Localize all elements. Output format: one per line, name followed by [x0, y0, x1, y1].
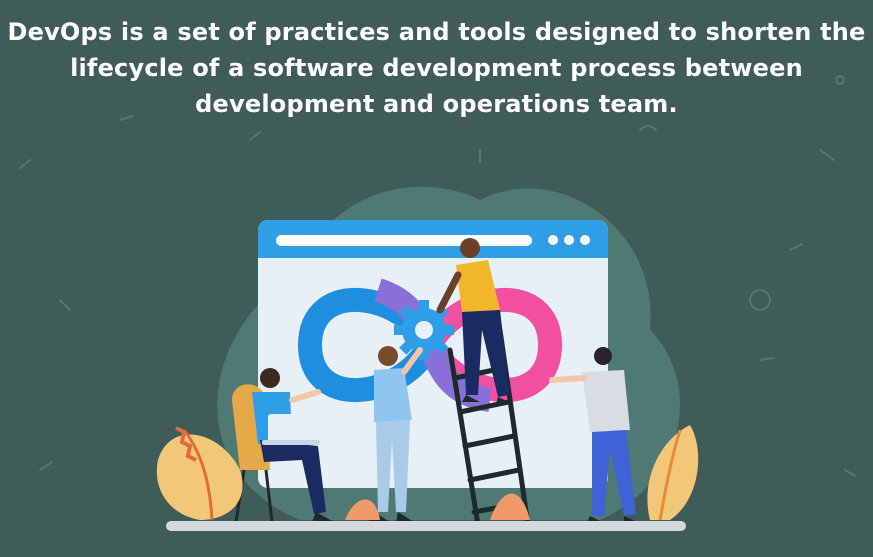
devops-illustration [156, 186, 699, 531]
floor-line [166, 521, 686, 531]
laptop-icon [262, 414, 320, 445]
gear-icon [394, 300, 454, 360]
